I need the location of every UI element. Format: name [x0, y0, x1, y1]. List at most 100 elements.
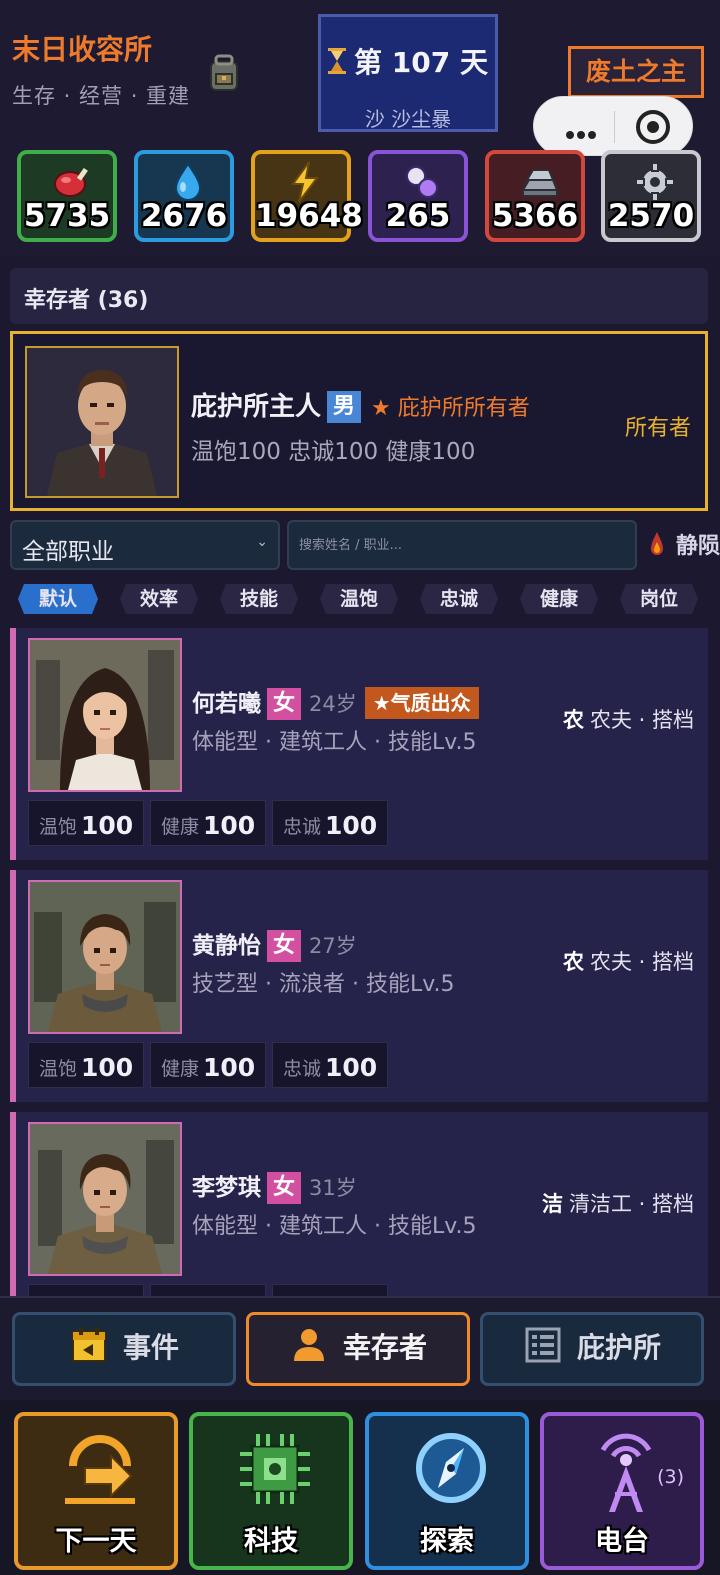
radio-count-badge: (3)	[657, 1466, 684, 1488]
job-filter-value: 全部职业	[22, 539, 114, 565]
resource-medicine[interactable]: 265	[368, 150, 468, 242]
app-subtitle: 生存 · 经营 · 重建	[12, 84, 191, 108]
job-label: 农夫 · 搭档	[589, 708, 694, 732]
survivor-job[interactable]: 农农夫 · 搭档	[563, 946, 694, 976]
app-title: 末日收容所	[12, 33, 153, 66]
resource-metal[interactable]: 5366	[485, 150, 585, 242]
stat-health: 健康100	[150, 1284, 266, 1296]
sort-tab-loyalty[interactable]: 忠诚	[426, 584, 492, 614]
more-menu-icon[interactable]	[566, 124, 599, 143]
top-header: 末日收容所 生存 · 经营 · 重建 第 107 天 沙 沙尘暴 废土之主 57…	[0, 0, 720, 255]
resource-parts[interactable]: 2570	[601, 150, 701, 242]
owner-role: 所有者	[625, 416, 692, 441]
hourglass-icon	[328, 48, 347, 74]
sort-tab-post[interactable]: 岗位	[626, 584, 692, 614]
survivors-section-header: 幸存者 (36)	[10, 268, 708, 324]
next-day-button[interactable]: 下一天	[14, 1412, 178, 1570]
action-bar: 下一天 科技 探索 (3) 电台	[0, 1400, 720, 1575]
resource-value: 19648	[255, 198, 363, 234]
survivor-age: 31岁	[309, 1176, 357, 1200]
job-char: 农	[562, 950, 584, 974]
survivor-card[interactable]: 何若曦女 24岁 ★气质出众 体能型 · 建筑工人 · 技能Lv.5 农农夫 · 搭…	[10, 628, 708, 860]
backpack-icon[interactable]	[202, 52, 246, 96]
resource-value: 5366	[491, 198, 579, 234]
survivor-name-line: 何若曦女 24岁 ★气质出众	[192, 684, 479, 720]
next-day-icon	[65, 1435, 135, 1504]
survivor-card[interactable]: 李梦琪女 31岁 体能型 · 建筑工人 · 技能Lv.5 洁清洁工 · 搭档 温饱…	[10, 1112, 708, 1296]
stat-loyalty: 忠诚100	[272, 1284, 388, 1296]
list-icon	[525, 1327, 561, 1363]
stat-health: 健康100	[150, 1042, 266, 1088]
survivor-name-line: 李梦琪女 31岁	[192, 1168, 357, 1204]
calendar-icon	[71, 1327, 106, 1362]
action-label: 探索	[420, 1526, 474, 1557]
owner-card[interactable]: 庇护所主人男 ★ 庇护所所有者 温饱100 忠诚100 健康100 所有者	[10, 331, 708, 511]
stat-loyalty: 忠诚100	[272, 1042, 388, 1088]
explore-button[interactable]: 探索	[365, 1412, 529, 1570]
action-label: 电台	[595, 1526, 649, 1557]
tab-events[interactable]: 事件	[12, 1312, 236, 1386]
sort-tab-hunger[interactable]: 温饱	[326, 584, 392, 614]
day-number: 第 107 天	[354, 46, 488, 79]
miniprogram-capsule	[533, 96, 693, 156]
survivor-info: 体能型 · 建筑工人 · 技能Lv.5	[192, 1214, 477, 1239]
gender-badge-male: 男	[327, 391, 362, 423]
tab-label: 庇护所	[576, 1331, 661, 1364]
trait-badge: ★气质出众	[364, 687, 479, 719]
sort-tab-default[interactable]: 默认	[24, 584, 92, 614]
survivor-info: 技艺型 · 流浪者 · 技能Lv.5	[192, 972, 455, 997]
tab-label: 事件	[122, 1331, 179, 1364]
job-char: 洁	[541, 1192, 563, 1216]
resource-water[interactable]: 2676	[134, 150, 234, 242]
owner-name-line: 庇护所主人男 ★ 庇护所所有者	[191, 386, 530, 423]
stat-health: 健康100	[150, 800, 266, 846]
gender-badge-female: 女	[267, 930, 302, 962]
role-title-button[interactable]: 废土之主	[568, 46, 704, 98]
tab-shelter[interactable]: 庇护所	[480, 1312, 704, 1386]
survivor-portrait	[28, 638, 182, 792]
survivor-card[interactable]: 黄静怡女 27岁 技艺型 · 流浪者 · 技能Lv.5 农农夫 · 搭档 温饱 10…	[10, 870, 708, 1102]
tab-survivors[interactable]: 幸存者	[246, 1312, 470, 1386]
weather-label: 沙 沙尘暴	[364, 107, 452, 131]
resource-food[interactable]: 5735	[17, 150, 117, 242]
owner-portrait	[25, 346, 179, 498]
owner-name: 庇护所主人	[191, 392, 322, 422]
survivor-name-line: 黄静怡女 27岁	[192, 926, 357, 962]
capsule-divider	[614, 111, 615, 143]
action-label: 下一天	[55, 1526, 137, 1557]
resource-energy[interactable]: 19648	[251, 150, 363, 242]
silence-toggle-label[interactable]: 静陨	[676, 528, 720, 560]
day-counter: 第 107 天 沙 沙尘暴	[318, 14, 498, 132]
resource-value: 2676	[140, 198, 228, 234]
chip-icon	[240, 1434, 310, 1504]
job-label: 清洁工 · 搭档	[568, 1192, 694, 1216]
sort-tab-health[interactable]: 健康	[526, 584, 592, 614]
radio-button[interactable]: (3) 电台	[540, 1412, 704, 1570]
survivor-job[interactable]: 洁清洁工 · 搭档	[542, 1188, 694, 1218]
survivor-age: 27岁	[309, 934, 357, 958]
survivor-job[interactable]: 农农夫 · 搭档	[563, 704, 694, 734]
stat-hunger: 温饱100	[28, 800, 144, 846]
gender-badge-female: 女	[267, 688, 302, 720]
resource-value: 5735	[23, 198, 111, 234]
survivor-age: 24岁	[309, 692, 357, 716]
job-filter-select[interactable]: 全部职业 ⌄	[10, 520, 280, 570]
sort-tab-skill[interactable]: 技能	[226, 584, 292, 614]
survivor-search-input[interactable]	[287, 520, 637, 570]
stat-hunger: 温饱100	[28, 1284, 144, 1296]
stat-loyalty: 忠诚100	[272, 800, 388, 846]
survivor-portrait	[28, 1122, 182, 1276]
tech-button[interactable]: 科技	[189, 1412, 353, 1570]
chevron-down-icon: ⌄	[256, 534, 268, 550]
compass-icon	[416, 1433, 486, 1503]
owner-stats: 温饱100 忠诚100 健康100	[191, 439, 476, 465]
job-label: 农夫 · 搭档	[589, 950, 694, 974]
survivor-name: 李梦琪	[192, 1175, 261, 1201]
owner-tag: ★ 庇护所所有者	[371, 396, 530, 421]
fire-toggle-icon[interactable]	[647, 528, 667, 560]
close-miniprogram-icon[interactable]	[636, 110, 670, 144]
survivor-info: 体能型 · 建筑工人 · 技能Lv.5	[192, 730, 477, 755]
gender-badge-female: 女	[267, 1172, 302, 1204]
sort-tab-efficiency[interactable]: 效率	[126, 584, 192, 614]
action-label: 科技	[244, 1526, 298, 1557]
